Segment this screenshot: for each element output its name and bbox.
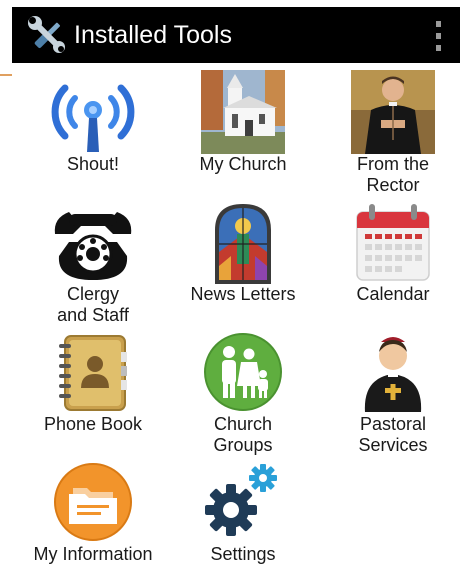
tile-shout[interactable]: Shout! — [18, 66, 168, 196]
tile-label: Phone Book — [43, 414, 143, 434]
app-bar: Installed Tools — [12, 7, 460, 63]
tile-label: My Information — [33, 544, 153, 564]
priest-avatar-icon — [364, 337, 422, 412]
tile-from-the-rector[interactable]: From the Rector — [318, 66, 468, 196]
tile-label: Settings — [210, 544, 276, 564]
tile-pastoral-services[interactable]: Pastoral Services — [318, 326, 468, 456]
tile-label: Church Groups — [213, 414, 273, 455]
tile-label: Shout! — [66, 154, 120, 174]
tile-label: Pastoral Services — [358, 414, 428, 455]
app-title: Installed Tools — [74, 21, 232, 49]
tile-church-groups[interactable]: Church Groups — [168, 326, 318, 456]
rector-photo-icon — [351, 70, 435, 154]
stained-glass-icon — [215, 204, 271, 284]
tile-label: Calendar — [356, 284, 430, 304]
tile-phone-book[interactable]: Phone Book — [18, 326, 168, 456]
tile-clergy-and-staff[interactable]: Clergy and Staff — [18, 196, 168, 326]
family-group-icon — [204, 333, 282, 411]
rotary-phone-icon — [54, 212, 132, 280]
address-book-icon — [59, 335, 127, 411]
calendar-icon — [356, 204, 430, 281]
gears-icon — [205, 464, 277, 536]
accent-line — [0, 74, 12, 76]
tile-label: News Letters — [190, 284, 296, 304]
tile-my-church[interactable]: My Church — [168, 66, 318, 196]
wrench-screwdriver-icon — [28, 16, 65, 53]
church-photo-icon — [201, 70, 285, 154]
tile-calendar[interactable]: Calendar — [318, 196, 468, 326]
tile-label: My Church — [199, 154, 287, 174]
broadcast-antenna-icon — [51, 84, 135, 152]
tile-label: From the Rector — [356, 154, 430, 195]
tile-news-letters[interactable]: News Letters — [168, 196, 318, 326]
folder-info-icon — [54, 463, 132, 541]
tile-label: Clergy and Staff — [57, 284, 129, 325]
overflow-menu-icon[interactable] — [432, 19, 444, 53]
